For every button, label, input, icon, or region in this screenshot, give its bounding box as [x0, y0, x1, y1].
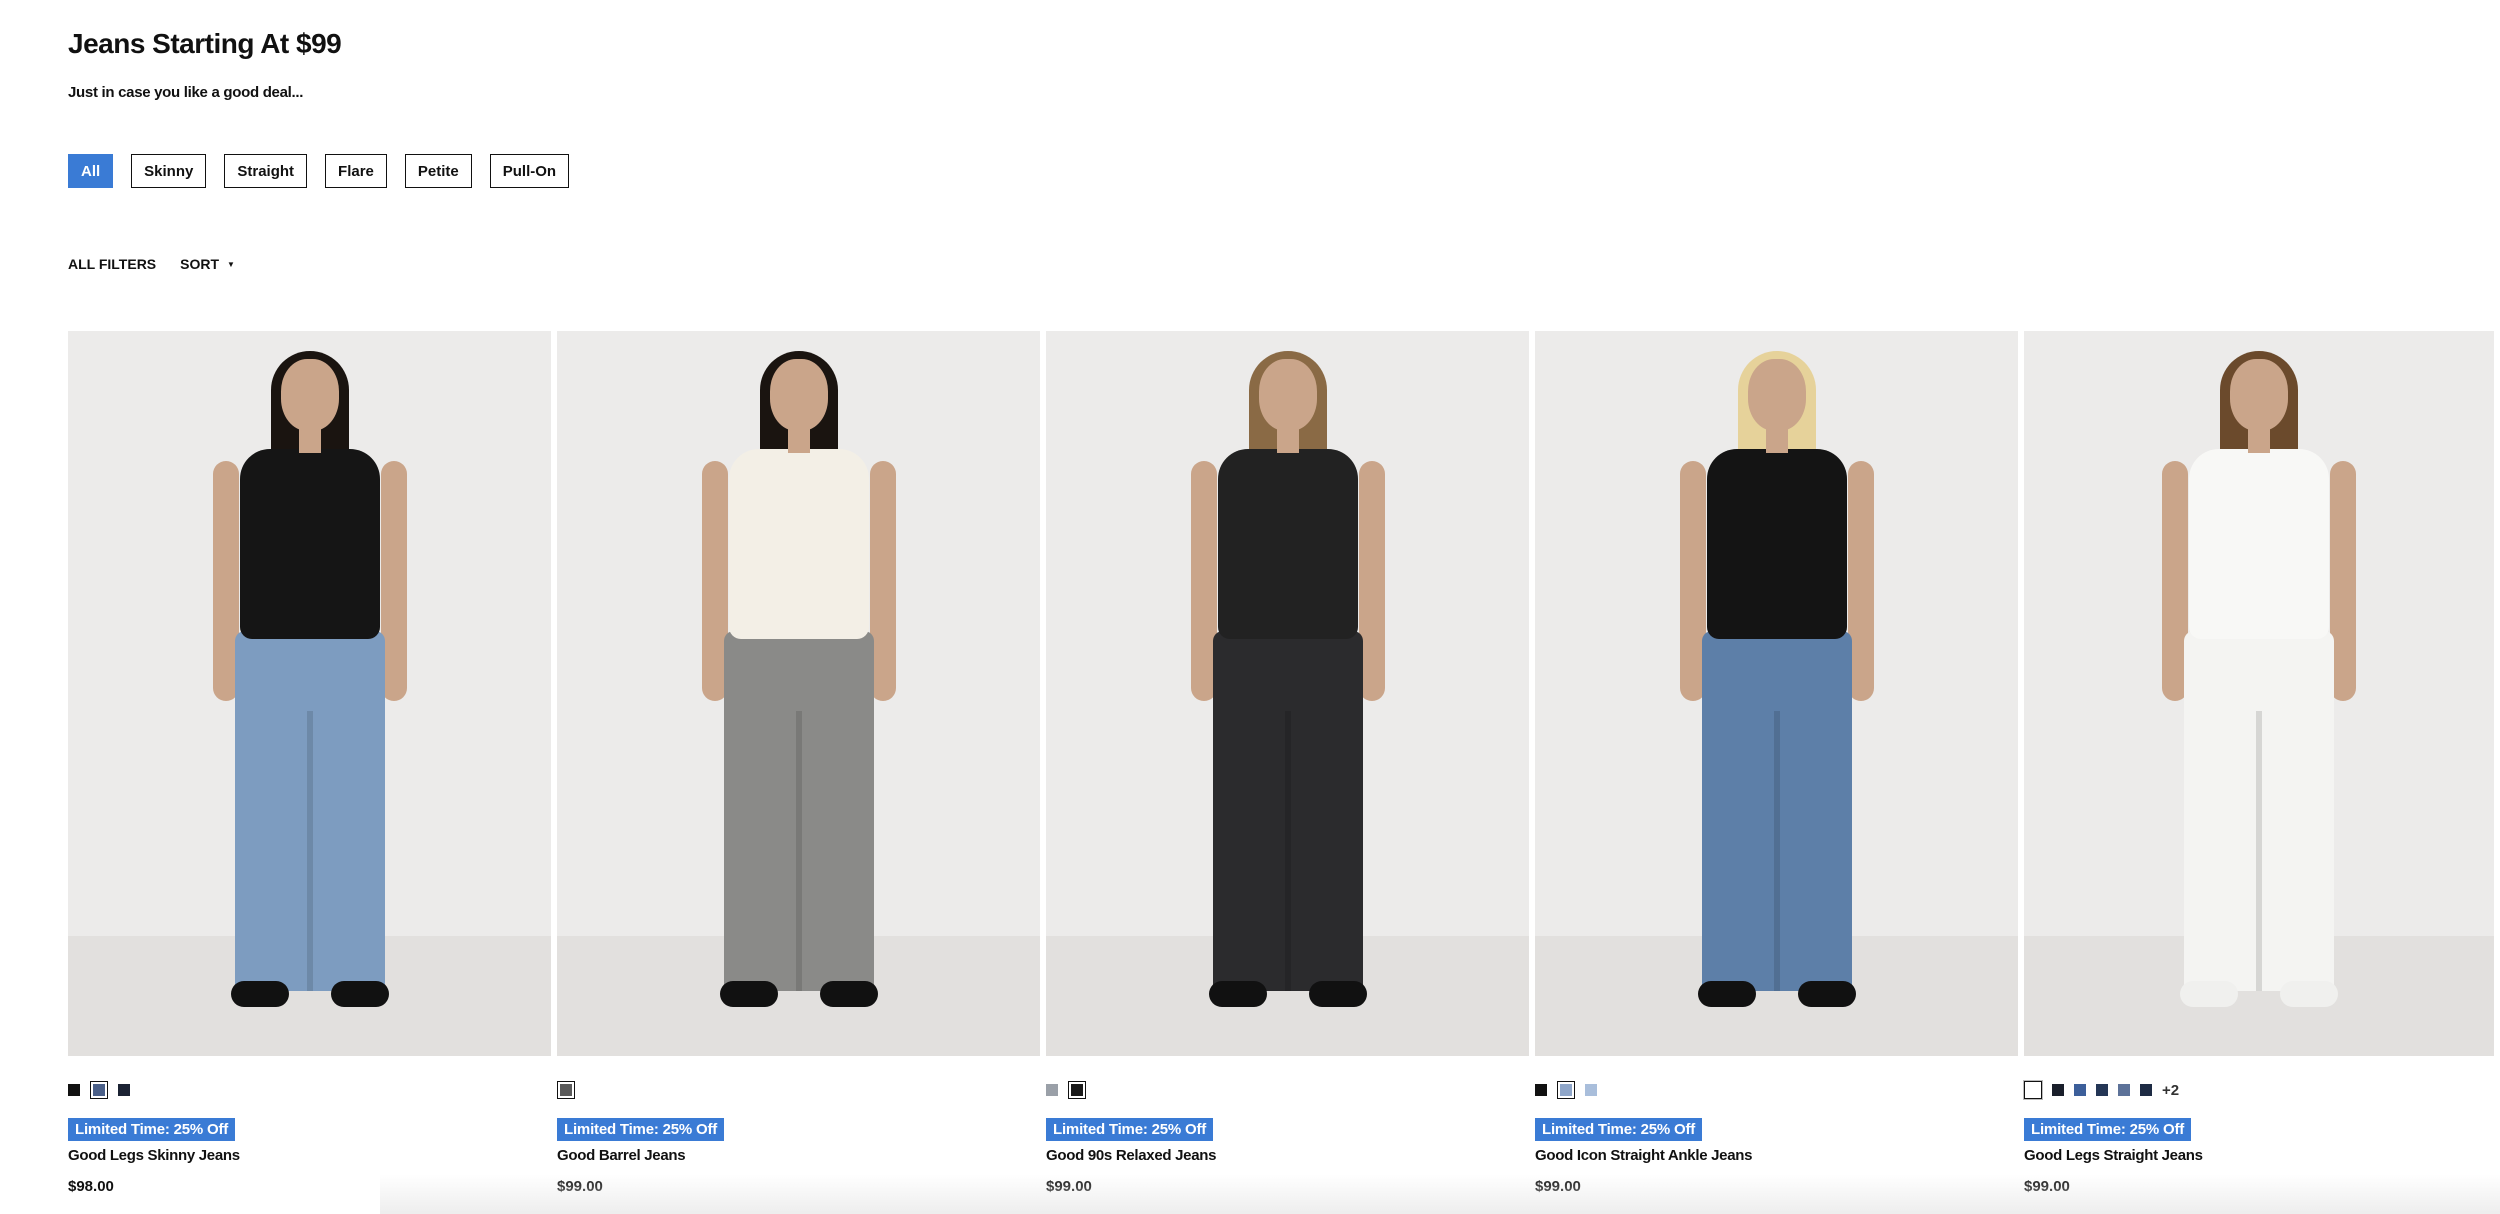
chip-pull-on[interactable]: Pull-On — [489, 154, 570, 188]
chip-all[interactable]: All — [68, 154, 114, 188]
model-leg-seam — [1284, 711, 1291, 991]
color-swatch[interactable] — [2023, 1080, 2043, 1100]
all-filters-label: ALL FILTERS — [68, 256, 157, 272]
color-swatch[interactable] — [90, 1081, 108, 1099]
model-top — [239, 449, 380, 639]
color-swatch[interactable] — [557, 1081, 575, 1099]
color-swatch[interactable] — [1068, 1081, 1086, 1099]
model-leg-seam — [795, 711, 802, 991]
color-swatch[interactable] — [2118, 1084, 2130, 1096]
color-swatch[interactable] — [2096, 1084, 2108, 1096]
product-card[interactable]: Limited Time: 25% Off Good Barrel Jeans … — [557, 331, 1040, 1195]
model-left-shoe — [230, 981, 289, 1007]
color-swatch[interactable] — [1557, 1081, 1575, 1099]
product-image[interactable] — [68, 331, 551, 1056]
model-right-shoe — [330, 981, 389, 1007]
chip-flare[interactable]: Flare — [325, 154, 387, 188]
product-image[interactable] — [1046, 331, 1529, 1056]
model-left-shoe — [1697, 981, 1756, 1007]
product-name[interactable]: Good 90s Relaxed Jeans — [1046, 1147, 1529, 1164]
color-swatch[interactable] — [2052, 1084, 2064, 1096]
product-name[interactable]: Good Barrel Jeans — [557, 1147, 1040, 1164]
model-left-shoe — [2180, 981, 2238, 1007]
product-name[interactable]: Good Icon Straight Ankle Jeans — [1535, 1147, 2018, 1164]
color-swatch[interactable] — [2074, 1084, 2086, 1096]
product-card[interactable]: Limited Time: 25% Off Good Icon Straight… — [1535, 331, 2018, 1195]
color-swatch[interactable] — [68, 1084, 80, 1096]
model-head — [1258, 359, 1317, 431]
color-swatch[interactable] — [1585, 1084, 1597, 1096]
product-price: $98.00 — [68, 1178, 114, 1195]
more-colors-link[interactable]: +2 — [2162, 1082, 2179, 1099]
promo-badge: Limited Time: 25% Off — [1046, 1118, 1214, 1141]
product-image[interactable] — [1535, 331, 2018, 1056]
product-card[interactable]: +2 Limited Time: 25% Off Good Legs Strai… — [2023, 331, 2494, 1195]
page-title: Jeans Starting At $99 — [68, 28, 342, 59]
promo-badge: Limited Time: 25% Off — [1535, 1118, 1703, 1141]
model-left-shoe — [1208, 981, 1267, 1007]
model-head — [280, 359, 339, 431]
chip-petite[interactable]: Petite — [404, 154, 472, 188]
model-top — [2189, 449, 2329, 639]
model-right-shoe — [819, 981, 878, 1007]
product-grid: Limited Time: 25% Off Good Legs Skinny J… — [68, 331, 2494, 1195]
page-subtitle: Just in case you like a good deal... — [68, 84, 304, 101]
model-top — [1706, 449, 1847, 639]
caret-down-icon: ▼ — [227, 259, 235, 269]
color-swatch[interactable] — [1046, 1084, 1058, 1096]
promo-badge: Limited Time: 25% Off — [2024, 1118, 2192, 1141]
product-price: $99.00 — [2024, 1178, 2070, 1195]
color-swatch[interactable] — [2140, 1084, 2152, 1096]
model-leg-seam — [2256, 711, 2262, 991]
color-swatches — [68, 1080, 551, 1100]
color-swatches — [557, 1080, 1040, 1100]
promo-badge: Limited Time: 25% Off — [68, 1118, 236, 1141]
product-price: $99.00 — [1046, 1178, 1092, 1195]
all-filters-button[interactable]: ALL FILTERS — [68, 256, 156, 272]
chip-straight[interactable]: Straight — [224, 154, 308, 188]
product-price: $99.00 — [557, 1178, 603, 1195]
filter-sort-toolbar: ALL FILTERS SORT ▼ — [68, 256, 235, 272]
product-price: $99.00 — [1535, 1178, 1581, 1195]
category-filter-chips: All Skinny Straight Flare Petite Pull-On — [68, 154, 570, 188]
color-swatches — [1046, 1080, 1529, 1100]
product-name[interactable]: Good Legs Straight Jeans — [2024, 1147, 2494, 1164]
color-swatches — [1535, 1080, 2018, 1100]
promo-badge: Limited Time: 25% Off — [557, 1118, 725, 1141]
model-top — [728, 449, 869, 639]
model-top — [1217, 449, 1358, 639]
product-name[interactable]: Good Legs Skinny Jeans — [68, 1147, 551, 1164]
product-image[interactable] — [557, 331, 1040, 1056]
sort-button[interactable]: SORT ▼ — [180, 256, 235, 272]
product-image[interactable] — [2024, 331, 2494, 1056]
color-swatches: +2 — [2023, 1080, 2494, 1100]
model-right-shoe — [1797, 981, 1856, 1007]
color-swatch[interactable] — [1535, 1084, 1547, 1096]
sort-label: SORT — [180, 256, 220, 272]
model-left-shoe — [719, 981, 778, 1007]
model-leg-seam — [1773, 711, 1780, 991]
model-right-shoe — [2280, 981, 2338, 1007]
product-card[interactable]: Limited Time: 25% Off Good 90s Relaxed J… — [1046, 331, 1529, 1195]
model-head — [2230, 359, 2288, 431]
product-card[interactable]: Limited Time: 25% Off Good Legs Skinny J… — [68, 331, 551, 1195]
model-right-shoe — [1308, 981, 1367, 1007]
color-swatch[interactable] — [118, 1084, 130, 1096]
model-head — [769, 359, 828, 431]
chip-skinny[interactable]: Skinny — [131, 154, 207, 188]
model-head — [1747, 359, 1806, 431]
model-leg-seam — [306, 711, 313, 991]
